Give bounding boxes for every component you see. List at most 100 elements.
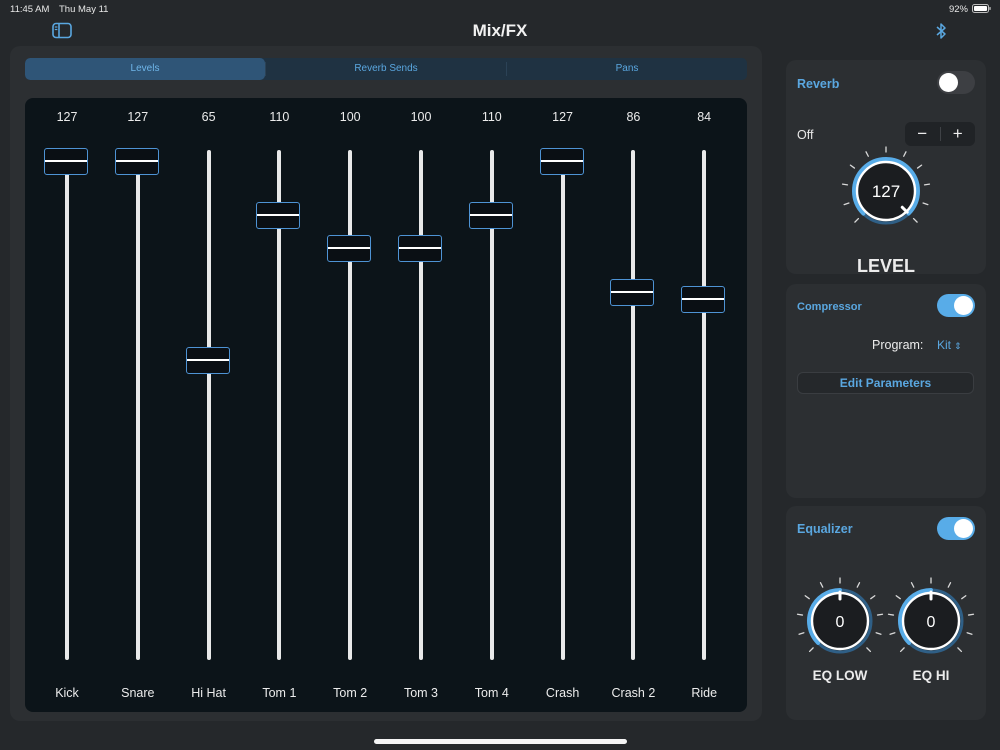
- reverb-toggle[interactable]: [937, 71, 975, 94]
- knob-tick: [875, 632, 882, 635]
- fader-value: 127: [552, 110, 574, 124]
- knob-tick: [923, 183, 931, 186]
- fader-value: 110: [481, 110, 502, 124]
- toggle-knob: [939, 73, 958, 92]
- status-date: Thu May 11: [59, 4, 109, 15]
- knob-tick: [876, 613, 884, 616]
- fader-track[interactable]: [631, 150, 636, 660]
- fader-track[interactable]: [206, 150, 211, 660]
- compressor-title: Compressor: [797, 301, 862, 313]
- fader-track[interactable]: [702, 150, 707, 660]
- knob-tick: [804, 595, 810, 600]
- fader-value: 100: [339, 110, 361, 124]
- fader-thumb[interactable]: [114, 148, 159, 175]
- fader-value: 110: [269, 110, 290, 124]
- fader-label: Crash 2: [611, 686, 656, 700]
- reverb-level-knob[interactable]: 127: [836, 146, 936, 232]
- knob-tick: [947, 582, 952, 588]
- eq-hi-knob[interactable]: 0: [886, 576, 976, 666]
- page-title: Mix/FX: [472, 21, 528, 40]
- program-value: Kit: [937, 338, 952, 352]
- tab-levels[interactable]: Levels: [25, 58, 265, 80]
- battery-icon: [972, 4, 991, 13]
- knob-tick: [916, 164, 923, 169]
- fader-channel: 65 Hi Hat: [174, 98, 244, 712]
- mixer-tab-bar: Levels Reverb Sends Pans: [25, 58, 747, 80]
- reverb-knob-caption: LEVEL: [856, 256, 915, 276]
- equalizer-card: Equalizer 0 0 EQ LOW EQ HI: [786, 506, 986, 720]
- knob-tick: [967, 613, 975, 616]
- fader-thumb[interactable]: [539, 148, 584, 175]
- knob-tick: [889, 632, 896, 635]
- knob-tick: [819, 582, 824, 588]
- knob-tick: [843, 202, 850, 206]
- fader-label: Tom 1: [262, 686, 297, 700]
- tab-pans[interactable]: Pans: [507, 58, 747, 80]
- navigation-bar: Mix/FX: [0, 18, 1000, 44]
- fader-label: Hi Hat: [191, 686, 226, 700]
- fader-value: 84: [697, 110, 712, 124]
- bluetooth-icon[interactable]: [935, 22, 947, 40]
- compressor-toggle[interactable]: [937, 294, 975, 317]
- status-bar: 11:45 AM Thu May 11 92%: [0, 0, 1000, 18]
- fader-channel: 84 Ride: [669, 98, 739, 712]
- eq-low-knob[interactable]: 0: [795, 576, 885, 666]
- fader-thumb[interactable]: [44, 148, 88, 175]
- fader-label: Kick: [55, 686, 79, 700]
- reverb-stepper: − +: [905, 122, 975, 146]
- knob-tick: [910, 582, 915, 588]
- knob-tick: [966, 632, 973, 635]
- fader-track[interactable]: [65, 150, 69, 660]
- fader-label: Crash: [545, 686, 580, 700]
- knob-value: 0: [836, 614, 845, 631]
- fader-thumb[interactable]: [185, 346, 230, 374]
- fader-label: Tom 2: [333, 686, 368, 700]
- fader-value: 100: [410, 110, 432, 124]
- knob-tick: [887, 613, 895, 616]
- reverb-state-label: Off: [797, 128, 814, 142]
- edit-parameters-button[interactable]: Edit Parameters: [797, 372, 974, 394]
- knob-tick: [895, 595, 901, 600]
- program-label: Program:: [872, 338, 924, 352]
- fader-thumb[interactable]: [327, 234, 372, 262]
- fader-thumb[interactable]: [256, 202, 301, 230]
- fader-track[interactable]: [135, 150, 140, 660]
- knob-tick: [870, 595, 876, 600]
- fader-track[interactable]: [419, 150, 423, 660]
- eq-hi-label: EQ HI: [912, 668, 950, 683]
- tab-reverb-sends[interactable]: Reverb Sends: [266, 58, 506, 80]
- fader-thumb[interactable]: [610, 279, 655, 307]
- fader-channel: 127 Kick: [32, 98, 102, 712]
- fader-thumb[interactable]: [398, 234, 442, 262]
- knob-tick: [849, 164, 856, 169]
- decrement-button[interactable]: −: [905, 122, 940, 146]
- program-select[interactable]: Kit ⇕: [937, 338, 962, 352]
- fader-channel: 100 Tom 3: [386, 98, 456, 712]
- equalizer-toggle[interactable]: [937, 517, 975, 540]
- increment-button[interactable]: +: [941, 122, 976, 146]
- fader-label: Tom 4: [474, 686, 509, 700]
- toggle-knob: [954, 519, 973, 538]
- knob-tick: [903, 151, 907, 157]
- fader-thumb[interactable]: [468, 202, 513, 230]
- fader-thumb[interactable]: [681, 285, 726, 313]
- fader-area: 127 Kick 127 Snare 65 Hi Hat 110 Tom 1 100 Tom 21…: [25, 98, 747, 712]
- fader-channel: 110 Tom 1: [244, 98, 314, 712]
- fader-channel: 110 Tom 4: [457, 98, 527, 712]
- knob-tick: [865, 151, 869, 157]
- knob-tick: [912, 217, 918, 223]
- knob-tick: [854, 217, 860, 223]
- knob-tick: [957, 647, 963, 653]
- fader-track[interactable]: [348, 150, 353, 660]
- fader-channel: 127 Snare: [103, 98, 173, 712]
- home-indicator: [374, 739, 627, 744]
- status-time: 11:45 AM: [10, 4, 50, 15]
- fader-value: 127: [56, 110, 78, 124]
- fader-label: Snare: [121, 686, 155, 700]
- knob-tick: [866, 647, 872, 653]
- fader-label: Tom 3: [403, 686, 439, 700]
- reverb-title: Reverb: [797, 77, 840, 91]
- compressor-card: Compressor Program: Kit ⇕ Edit Parameters: [786, 284, 986, 498]
- knob-tick: [922, 202, 929, 206]
- fader-track[interactable]: [560, 150, 565, 660]
